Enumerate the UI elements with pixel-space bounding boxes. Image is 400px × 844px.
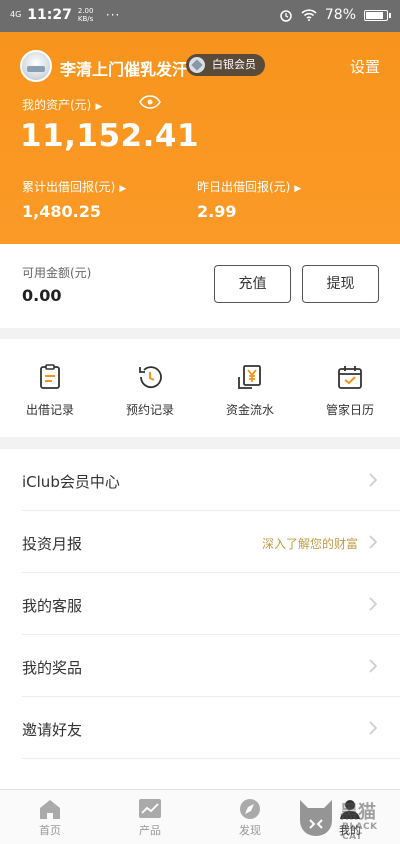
chevron-right-icon: [369, 535, 378, 549]
nav-label: 产品: [139, 824, 161, 837]
balance-card: 可用金额(元) 0.00 充值 提现: [0, 244, 400, 328]
menu-item-label: iClub会员中心: [22, 473, 120, 491]
watermark-text: 黑猫: [340, 802, 376, 823]
yesterday-return-label[interactable]: 昨日出借回报(元) ▶: [197, 178, 301, 195]
nav-home[interactable]: 首页: [0, 798, 100, 838]
chevron-right-icon: [369, 597, 378, 611]
menu-item-monthly-report[interactable]: 投资月报 深入了解您的财富: [22, 511, 400, 573]
triangle-right-icon: ▶: [119, 184, 127, 194]
username[interactable]: 李清上门催乳发汗: [60, 56, 188, 80]
chevron-right-icon: [369, 473, 378, 487]
clipboard-icon: [40, 364, 60, 389]
menu-item-label: 我的奖品: [22, 659, 83, 677]
more-notifications-icon: ···: [105, 8, 121, 22]
menu-item-label: 邀请好友: [22, 721, 83, 739]
cumulative-return-label-text: 累计出借回报(元): [22, 180, 116, 194]
nav-discover[interactable]: 发现: [200, 798, 300, 838]
watermark-subtext: BLACK CAT: [342, 822, 378, 842]
triangle-right-icon: ▶: [294, 184, 302, 194]
settings-link[interactable]: 设置: [350, 56, 380, 77]
calendar-check-icon: [338, 366, 362, 389]
yen-icon: [238, 365, 261, 389]
action-label: 出借记录: [25, 403, 74, 417]
menu-item-invite-friends[interactable]: 邀请好友: [22, 697, 400, 759]
asset-label[interactable]: 我的资产(元) ▶: [22, 96, 102, 113]
recharge-button[interactable]: 充值: [214, 265, 291, 303]
nav-label: 发现: [239, 824, 261, 837]
menu-item-label: 我的客服: [22, 597, 83, 615]
member-badge[interactable]: 白银会员: [186, 54, 265, 76]
home-icon: [40, 800, 60, 819]
menu-item-iclub[interactable]: iClub会员中心: [22, 449, 400, 511]
account-header: 李清上门催乳发汗 白银会员 设置 我的资产(元) ▶ 11,152.41 累计出借…: [0, 32, 400, 244]
action-label: 资金流水: [225, 403, 274, 417]
menu-item-customer-service[interactable]: 我的客服: [22, 573, 400, 635]
menu-item-label: 投资月报: [22, 535, 83, 553]
action-fund-flow[interactable]: 资金流水: [200, 363, 300, 418]
member-badge-label: 白银会员: [212, 58, 256, 71]
network-speed: 2.00 KB/s: [77, 7, 94, 23]
status-bar: 4G 11:27 2.00 KB/s ··· 78%: [0, 0, 400, 32]
network-indicator: 4G: [10, 10, 22, 19]
eye-icon[interactable]: [139, 95, 161, 109]
action-butler-calendar[interactable]: 管家日历: [300, 363, 400, 418]
cumulative-return-value: 1,480.25: [22, 202, 101, 221]
black-cat-logo-icon: [300, 800, 332, 836]
battery-icon: [364, 9, 391, 21]
black-cat-watermark: 黑猫 BLACK CAT: [296, 796, 396, 842]
yesterday-return-value: 2.99: [197, 202, 237, 221]
asset-value: 11,152.41: [20, 118, 200, 154]
alarm-icon: [280, 10, 292, 22]
nav-label: 首页: [39, 824, 61, 837]
quick-actions: 出借记录 预约记录 资金流水 管家日历: [0, 339, 400, 437]
available-balance-label: 可用金额(元): [22, 266, 92, 280]
menu-item-prizes[interactable]: 我的奖品: [22, 635, 400, 697]
avatar[interactable]: [20, 50, 52, 82]
chart-icon: [139, 799, 161, 818]
action-reservation-records[interactable]: 预约记录: [100, 363, 200, 418]
cumulative-return-label[interactable]: 累计出借回报(元) ▶: [22, 178, 126, 195]
available-balance-value: 0.00: [22, 286, 62, 305]
menu-list: iClub会员中心 投资月报 深入了解您的财富 我的客服 我的奖品 邀请好友: [0, 449, 400, 789]
yesterday-return-label-text: 昨日出借回报(元): [197, 180, 291, 194]
nav-products[interactable]: 产品: [100, 798, 200, 838]
clock-history-icon: [139, 366, 162, 389]
chevron-right-icon: [369, 721, 378, 735]
triangle-right-icon: ▶: [95, 102, 103, 112]
clock: 11:27: [27, 7, 72, 23]
action-lending-records[interactable]: 出借记录: [0, 363, 100, 418]
withdraw-button[interactable]: 提现: [302, 265, 379, 303]
action-label: 管家日历: [325, 403, 374, 417]
menu-item-hint: 深入了解您的财富: [261, 537, 358, 551]
asset-label-text: 我的资产(元): [22, 98, 92, 112]
silver-gem-icon: [189, 57, 205, 73]
battery-percent: 78%: [324, 7, 356, 23]
wifi-icon: [301, 9, 317, 21]
action-label: 预约记录: [125, 403, 174, 417]
compass-icon: [240, 799, 260, 819]
chevron-right-icon: [369, 659, 378, 673]
